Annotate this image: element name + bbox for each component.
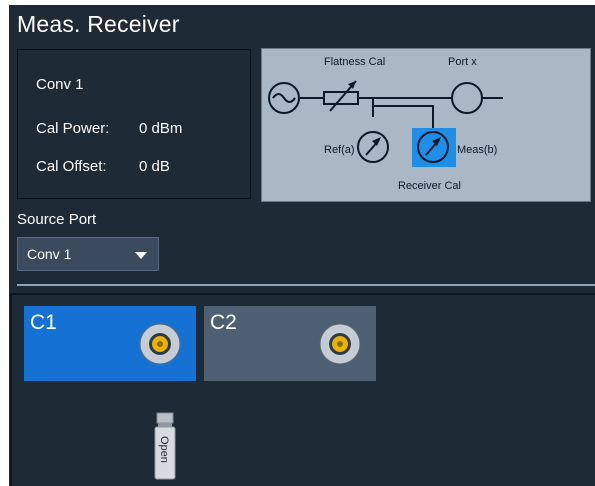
meas-meter-icon bbox=[412, 128, 456, 167]
port-card-c1[interactable]: C1 bbox=[24, 306, 196, 381]
port-card-c2[interactable]: C2 bbox=[204, 306, 376, 381]
connector-icon bbox=[319, 323, 361, 365]
flatness-cal-label: Flatness Cal bbox=[324, 56, 385, 68]
ref-meter-icon bbox=[357, 131, 389, 163]
cal-offset-label: Cal Offset: bbox=[36, 158, 107, 175]
open-standard-label: Open bbox=[158, 436, 170, 463]
cal-offset-value: 0 dB bbox=[139, 158, 170, 175]
source-port-label: Source Port bbox=[17, 211, 97, 228]
receiver-cal-schematic: Flatness Cal Port x Ref(a) Meas(b) Recei… bbox=[268, 56, 503, 192]
receiver-cal-label: Receiver Cal bbox=[398, 180, 461, 192]
meas-label: Meas(b) bbox=[457, 144, 497, 156]
open-standard[interactable]: Open bbox=[150, 411, 180, 486]
source-port-dropdown[interactable]: Conv 1 bbox=[17, 237, 159, 271]
receiver-cal-diagram: Flatness Cal Port x Ref(a) Meas(b) Recei… bbox=[261, 48, 591, 202]
port-label: C1 bbox=[30, 311, 57, 334]
cal-power-value: 0 dBm bbox=[139, 120, 183, 137]
chevron-down-icon bbox=[135, 252, 147, 259]
port-label: C2 bbox=[210, 311, 237, 334]
open-standard-icon: Open bbox=[154, 412, 176, 480]
separator bbox=[17, 284, 595, 286]
port-x-icon bbox=[451, 82, 483, 114]
port-x-label: Port x bbox=[448, 56, 477, 68]
flatness-attenuator-icon bbox=[323, 80, 359, 112]
cal-power-row: Cal Power: 0 dBm bbox=[36, 120, 182, 137]
calibration-info-box: Conv 1 Cal Power: 0 dBm Cal Offset: 0 dB bbox=[17, 49, 251, 199]
cal-offset-row: Cal Offset: 0 dB bbox=[36, 158, 170, 175]
standard-name: Conv 1 bbox=[36, 76, 84, 93]
connector-icon bbox=[139, 323, 181, 365]
ref-label: Ref(a) bbox=[324, 144, 355, 156]
meas-receiver-panel: Meas. Receiver Conv 1 Cal Power: 0 dBm Ca… bbox=[9, 5, 595, 486]
signal-source-icon bbox=[268, 82, 300, 114]
source-port-value: Conv 1 bbox=[27, 246, 72, 262]
panel-title: Meas. Receiver bbox=[17, 11, 180, 37]
cal-power-label: Cal Power: bbox=[36, 120, 110, 137]
